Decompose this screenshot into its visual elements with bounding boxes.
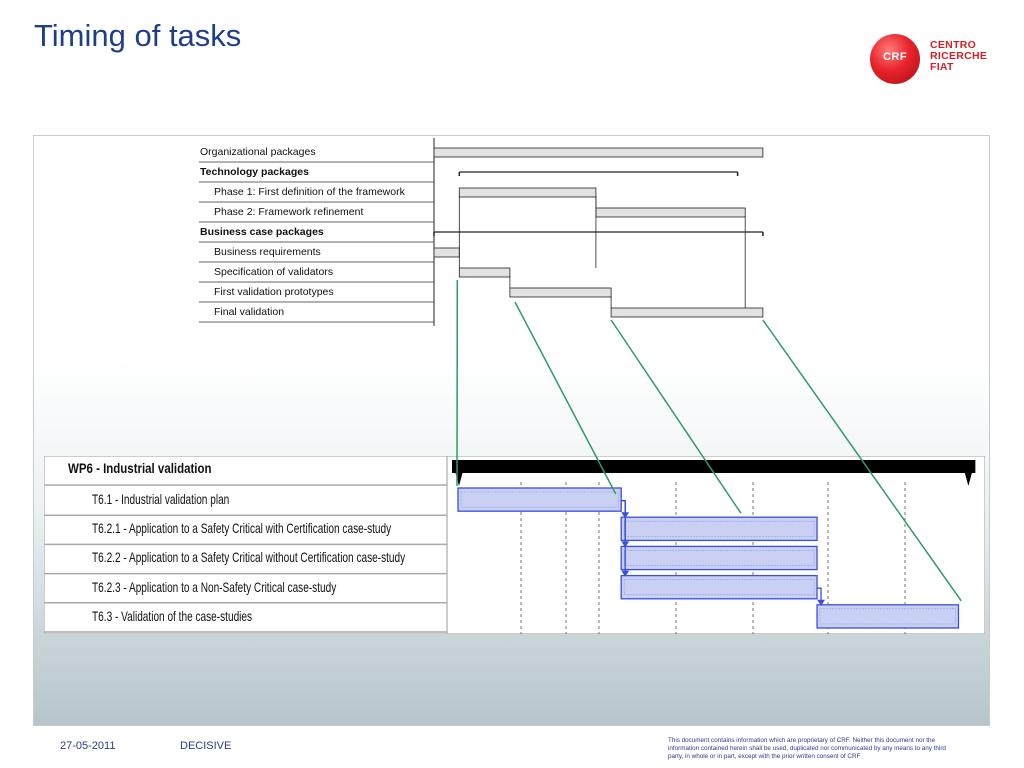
wp6-task-label: T6.2.3 - Application to a Non-Safety Cri… [92,578,337,595]
wp6-task-bar [620,516,818,542]
top-task-label: Business requirements [214,246,321,258]
crf-logo: CRF CENTRO RICERCHE FIAT [868,32,998,86]
top-task-bar [458,267,511,278]
wp6-task-bar [816,604,960,629]
top-task-label: Phase 1: First definition of the framewo… [214,186,405,198]
gantt-content-panel: Organizational packages Technology packag… [33,135,990,726]
top-task-label: Business case packages [200,226,324,238]
wp6-gantt-chart: WP6 - Industrial validation T6.1 - Indust… [43,455,986,635]
footer-project-name: DECISIVE [180,740,232,752]
top-gantt-graphics [199,138,764,326]
logo-wordmark: CENTRO RICERCHE FIAT [930,40,987,73]
top-task-label: Final validation [214,306,285,318]
top-task-label: Organizational packages [200,146,316,158]
top-task-label: Technology packages [200,166,309,178]
wp6-task-bar [457,487,622,512]
top-task-bar [458,187,597,198]
wp6-summary-bar [452,460,976,473]
top-task-bar [610,307,764,318]
top-task-label: First validation prototypes [214,286,334,298]
top-task-bar [595,207,746,218]
wp6-task-bar [620,545,818,571]
page-title: Timing of tasks [34,18,242,53]
logo-line-3: FIAT [930,61,954,73]
wp6-task-label: T6.3 - Validation of the case-studies [92,607,253,624]
wp6-task-label: T6.2.2 - Application to a Safety Critica… [92,549,406,566]
wp6-header-label: WP6 - Industrial validation [68,460,212,476]
top-gantt-chart: Organizational packages Technology packag… [34,136,989,336]
top-task-bar [433,147,764,158]
wp6-task-bar [620,574,818,600]
top-task-label: Specification of validators [214,266,334,278]
wp6-task-label: T6.2.1 - Application to a Safety Critica… [92,520,392,537]
top-task-bar [433,247,460,258]
top-task-label: Phase 2: Framework refinement [214,206,364,218]
footer-disclaimer: This document contains information which… [668,737,946,760]
footer-date: 27-05-2011 [60,740,116,752]
wp6-task-label: T6.1 - Industrial validation plan [92,491,230,507]
top-task-bar [509,287,612,298]
logo-abbreviation: CRF [882,51,908,63]
